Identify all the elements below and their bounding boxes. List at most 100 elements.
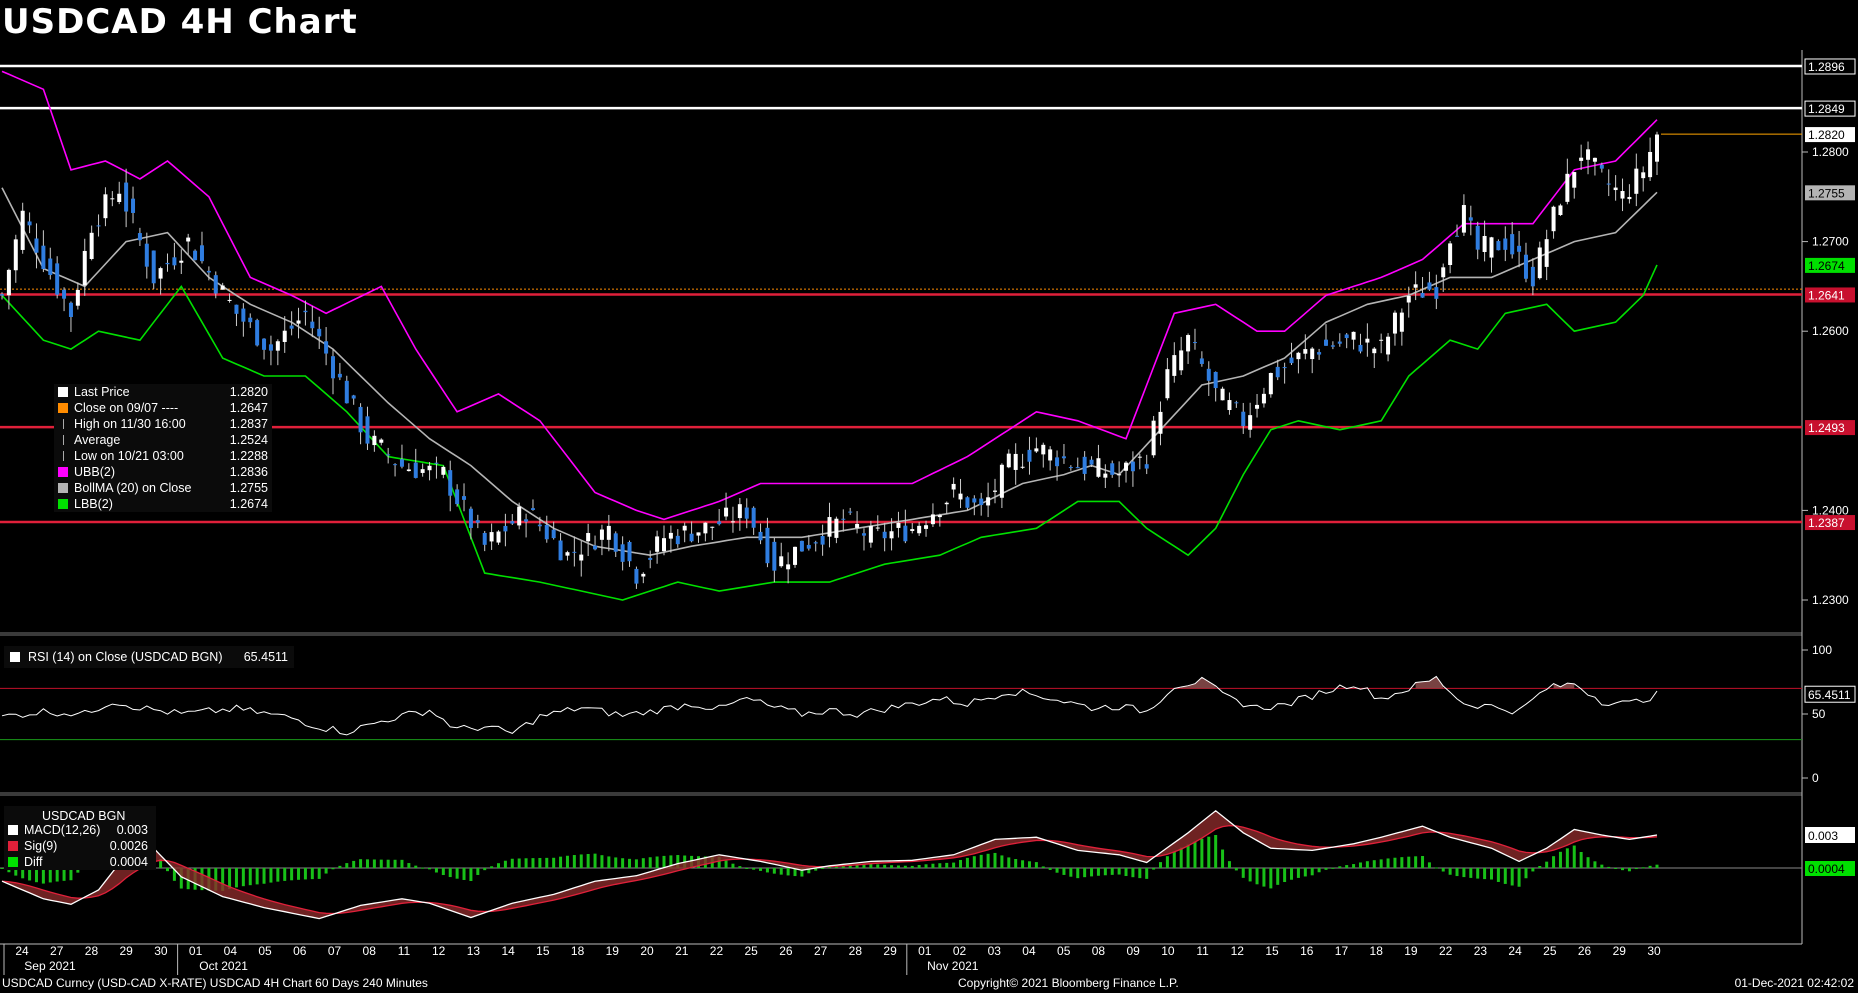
macd-diff-bar bbox=[779, 868, 783, 875]
candle-body bbox=[1468, 217, 1473, 221]
x-day-label: 29 bbox=[883, 944, 897, 958]
macd-diff-bar bbox=[1476, 868, 1480, 879]
candle-body bbox=[903, 525, 908, 542]
y-tick-label: 1.2600 bbox=[1812, 324, 1849, 338]
candle-body bbox=[13, 239, 18, 271]
legend-swatch bbox=[8, 857, 18, 867]
candle-body bbox=[1124, 462, 1129, 471]
macd-diff-bar bbox=[1062, 868, 1066, 875]
candle-body bbox=[1213, 371, 1218, 389]
candle-body bbox=[324, 341, 329, 354]
macd-diff-bar bbox=[1207, 836, 1211, 868]
macd-diff-bar bbox=[1021, 860, 1025, 868]
candle-body bbox=[275, 341, 280, 351]
macd-diff-bar bbox=[1138, 868, 1142, 879]
candle-body bbox=[282, 330, 287, 342]
candle-body bbox=[841, 518, 846, 520]
candle-body bbox=[1448, 243, 1453, 266]
legend-row: UBB(2) 1.2836 bbox=[54, 464, 272, 480]
candle-body bbox=[144, 243, 149, 267]
macd-diff-bar bbox=[331, 868, 335, 870]
candle-body bbox=[627, 541, 632, 562]
macd-diff-bar bbox=[593, 853, 597, 868]
macd-diff-bar bbox=[552, 857, 556, 868]
macd-diff-bar bbox=[497, 863, 500, 868]
macd-diff-bar bbox=[965, 857, 969, 868]
macd-diff-bar bbox=[1552, 856, 1556, 868]
candle-body bbox=[213, 275, 218, 294]
candle-body bbox=[896, 522, 901, 528]
macd-diff-bar bbox=[1152, 868, 1156, 870]
candle-body bbox=[1496, 241, 1501, 251]
macd-diff-bar bbox=[1455, 868, 1459, 877]
macd-diff-bar bbox=[1234, 868, 1238, 871]
candle-body bbox=[1048, 449, 1053, 461]
legend-value: 1.2820 bbox=[229, 385, 268, 399]
legend-value: 0.0026 bbox=[109, 839, 148, 853]
macd-diff-bar bbox=[952, 862, 956, 868]
candle-body bbox=[827, 517, 832, 537]
candle-body bbox=[1082, 456, 1087, 474]
candle-body bbox=[1406, 295, 1411, 303]
candle-body bbox=[82, 250, 87, 286]
candle-body bbox=[1503, 238, 1508, 250]
candle-body bbox=[551, 529, 556, 539]
candle-body bbox=[393, 464, 398, 466]
macd-diff-bar bbox=[283, 868, 287, 881]
macd-diff-bar bbox=[1496, 868, 1500, 882]
legend-label: MACD(12,26) bbox=[24, 823, 101, 837]
candle-body bbox=[951, 483, 956, 490]
macd-diff-bar bbox=[503, 860, 507, 868]
legend-label: Last Price bbox=[74, 385, 130, 399]
price-tag-label: 1.2387 bbox=[1808, 516, 1845, 530]
macd-diff-bar bbox=[1393, 857, 1397, 868]
macd-tag-label: 0.003 bbox=[1808, 829, 1838, 843]
candle-body bbox=[1634, 168, 1639, 194]
macd-diff-bar bbox=[317, 868, 321, 879]
candle-body bbox=[262, 338, 267, 350]
macd-diff-bar bbox=[524, 858, 528, 868]
macd-diff-bar bbox=[255, 868, 259, 885]
candle-body bbox=[406, 469, 411, 472]
x-day-label: 08 bbox=[1092, 944, 1106, 958]
candle-body bbox=[1655, 134, 1659, 162]
candle-body bbox=[924, 525, 929, 529]
candle-body bbox=[1227, 400, 1232, 411]
candle-body bbox=[993, 490, 997, 492]
legend-swatch bbox=[58, 499, 68, 509]
macd-diff-bar bbox=[469, 868, 473, 882]
candle-body bbox=[882, 531, 887, 539]
candle-body bbox=[724, 507, 729, 517]
price-tag-label: 1.2641 bbox=[1808, 288, 1845, 302]
candle-body bbox=[131, 198, 136, 213]
x-day-label: 28 bbox=[85, 944, 99, 958]
candle-body bbox=[1537, 247, 1542, 279]
candle-body bbox=[165, 262, 170, 265]
candle-body bbox=[1586, 149, 1591, 160]
rsi-tick-label: 50 bbox=[1812, 707, 1826, 721]
candle-body bbox=[1179, 350, 1184, 371]
candle-body bbox=[1158, 411, 1163, 434]
candle-body bbox=[1020, 466, 1025, 468]
legend-swatch bbox=[58, 467, 68, 477]
candle-body bbox=[765, 527, 770, 564]
macd-diff-bar bbox=[1262, 868, 1266, 887]
macd-diff-bar bbox=[428, 868, 432, 870]
macd-diff-bar bbox=[1083, 868, 1087, 878]
legend-value: 1.2836 bbox=[229, 465, 268, 479]
x-day-label: 14 bbox=[501, 944, 515, 958]
legend-swatch bbox=[8, 825, 18, 835]
macd-diff-bar bbox=[979, 854, 983, 868]
candle-body bbox=[937, 515, 942, 518]
candle-body bbox=[1144, 464, 1149, 469]
candle-body bbox=[503, 525, 508, 532]
macd-diff-bar bbox=[1179, 847, 1183, 868]
macd-diff-bar bbox=[1096, 868, 1100, 876]
candle-body bbox=[648, 557, 653, 560]
macd-diff-bar bbox=[1524, 868, 1528, 879]
macd-diff-bar bbox=[234, 868, 238, 888]
rsi-line bbox=[1, 675, 1658, 736]
candle-body bbox=[682, 525, 687, 531]
macd-diff-bar bbox=[1290, 868, 1294, 880]
macd-diff-bar bbox=[386, 859, 390, 868]
